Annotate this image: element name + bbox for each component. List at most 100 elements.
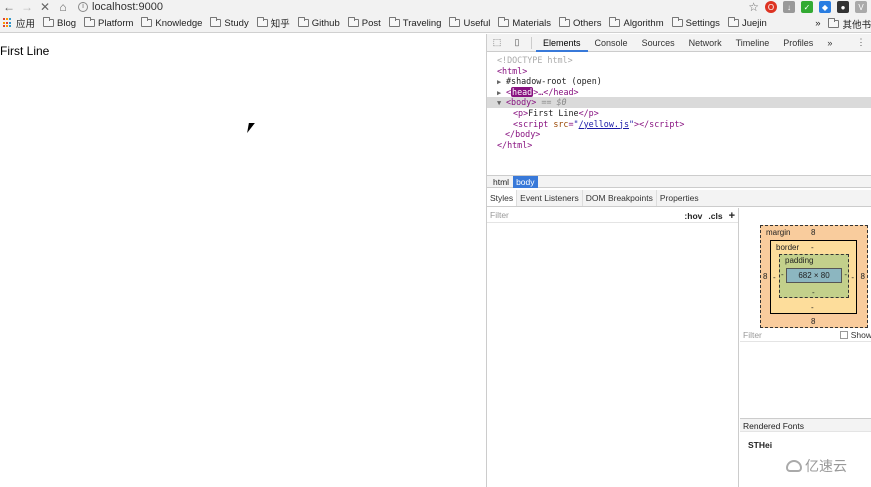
bookmark-folder[interactable]: Blog bbox=[43, 17, 76, 29]
devtools-panel: ⬚ ▯ Elements Console Sources Network Tim… bbox=[486, 34, 871, 487]
back-arrow-icon[interactable]: ← bbox=[0, 0, 18, 14]
dom-node-body[interactable]: ▼ <body> == $0 bbox=[487, 97, 871, 108]
padding-left-value[interactable]: - bbox=[781, 270, 784, 279]
html-open-tag: <html> bbox=[497, 65, 528, 76]
dom-node-doctype[interactable]: <!DOCTYPE html> bbox=[487, 55, 871, 66]
tab-console[interactable]: Console bbox=[588, 34, 635, 52]
bookmark-folder[interactable]: Github bbox=[297, 17, 340, 29]
folder-icon bbox=[498, 17, 510, 27]
dom-node-html-close[interactable]: </html> bbox=[487, 140, 871, 151]
border-right-value[interactable]: - bbox=[851, 273, 854, 282]
folder-icon bbox=[671, 17, 683, 27]
show-all-checkbox[interactable]: Show bbox=[839, 328, 871, 342]
dom-node-shadow-root[interactable]: ▶ #shadow-root (open) bbox=[487, 76, 871, 87]
tab-timeline[interactable]: Timeline bbox=[729, 34, 777, 52]
box-model-content[interactable]: 682 × 80 bbox=[786, 268, 842, 283]
script-src-link[interactable]: /yellow.js bbox=[579, 119, 629, 129]
bookmark-folder[interactable]: Algorithm bbox=[609, 17, 664, 29]
tab-styles[interactable]: Styles bbox=[487, 190, 518, 206]
class-toggle-button[interactable]: .cls bbox=[708, 211, 722, 221]
inspect-element-icon[interactable]: ⬚ bbox=[487, 34, 507, 52]
margin-right-value[interactable]: 8 bbox=[861, 272, 865, 281]
add-rule-button[interactable]: + bbox=[729, 210, 735, 222]
extensions-area: ☆ O ↓ ✓ ◆ ● V bbox=[748, 0, 871, 14]
more-bookmarks-button[interactable]: » bbox=[815, 18, 820, 29]
styles-filter[interactable]: Filter :hov .cls + bbox=[487, 208, 738, 223]
dom-node-p[interactable]: <p>First Line</p> bbox=[487, 108, 871, 119]
opera-icon[interactable]: O bbox=[765, 1, 777, 13]
folder-icon bbox=[828, 17, 840, 28]
computed-filter-input[interactable]: Filter bbox=[743, 330, 762, 340]
download-icon[interactable]: ↓ bbox=[783, 1, 795, 13]
collapse-triangle-icon[interactable]: ▼ bbox=[497, 98, 506, 109]
tab-profiles[interactable]: Profiles bbox=[776, 34, 820, 52]
bookmark-folder[interactable]: Others bbox=[558, 17, 602, 29]
dom-node-body-close[interactable]: </body> bbox=[487, 129, 871, 140]
stop-loading-icon[interactable]: ✕ bbox=[36, 0, 54, 14]
border-top-value[interactable]: - bbox=[811, 243, 814, 252]
tab-network[interactable]: Network bbox=[682, 34, 729, 52]
apps-bookmark[interactable]: 应用 bbox=[3, 16, 35, 30]
forward-arrow-icon[interactable]: → bbox=[18, 0, 36, 14]
home-icon[interactable]: ⌂ bbox=[54, 0, 72, 14]
bookmark-folder[interactable]: Settings bbox=[671, 17, 720, 29]
tab-elements[interactable]: Elements bbox=[536, 34, 588, 52]
margin-bottom-value[interactable]: 8 bbox=[811, 317, 815, 326]
bookmark-folder[interactable]: Knowledge bbox=[141, 17, 202, 29]
margin-top-value[interactable]: 8 bbox=[811, 228, 815, 237]
folder-icon bbox=[43, 17, 55, 27]
page-viewport: First Line bbox=[0, 34, 486, 487]
apps-grid-icon bbox=[3, 18, 13, 28]
styles-filter-input[interactable]: Filter bbox=[490, 210, 509, 220]
bookmark-folder[interactable]: Traveling bbox=[388, 17, 441, 29]
browser-toolbar: ← → ✕ ⌂ i localhost:9000 ☆ O ↓ ✓ ◆ ● V bbox=[0, 0, 871, 14]
border-bottom-value[interactable]: - bbox=[811, 303, 814, 312]
body-close-tag: </body> bbox=[505, 129, 541, 140]
dom-node-html[interactable]: <html> bbox=[487, 66, 871, 77]
tab-sources[interactable]: Sources bbox=[635, 34, 682, 52]
bookmark-label: Settings bbox=[685, 17, 720, 29]
bookmark-folder[interactable]: Materials bbox=[498, 17, 551, 29]
more-tabs-button[interactable]: » bbox=[820, 34, 839, 52]
margin-left-value[interactable]: 8 bbox=[763, 272, 767, 281]
hover-state-button[interactable]: :hov bbox=[684, 211, 702, 221]
tab-event-listeners[interactable]: Event Listeners bbox=[517, 190, 583, 206]
padding-bottom-value[interactable]: - bbox=[812, 288, 815, 297]
address-bar[interactable]: i localhost:9000 bbox=[78, 0, 163, 14]
tab-properties[interactable]: Properties bbox=[657, 190, 702, 206]
bookmark-folder[interactable]: Juejin bbox=[727, 17, 767, 29]
bookmark-label: Platform bbox=[98, 17, 134, 29]
ghost-icon[interactable]: ● bbox=[837, 1, 849, 13]
computed-filter[interactable]: Filter Show bbox=[740, 328, 871, 342]
kebab-menu-icon[interactable]: ⋮ bbox=[851, 34, 871, 52]
bookmark-label: Others bbox=[572, 17, 602, 29]
other-bookmarks-label[interactable]: 其他书 bbox=[842, 17, 871, 31]
bookmark-folder[interactable]: Study bbox=[210, 17, 249, 29]
breadcrumb-body[interactable]: body bbox=[513, 175, 538, 188]
tab-dom-breakpoints[interactable]: DOM Breakpoints bbox=[583, 190, 657, 206]
dropbox-icon[interactable]: ◆ bbox=[819, 1, 831, 13]
doctype-text: <!DOCTYPE html> bbox=[497, 55, 573, 65]
dom-node-script[interactable]: <script src="/yellow.js"></script> bbox=[487, 119, 871, 130]
page-paragraph: First Line bbox=[0, 44, 50, 58]
border-left-value[interactable]: - bbox=[773, 273, 776, 282]
folder-icon bbox=[297, 17, 309, 27]
bookmark-folder[interactable]: Post bbox=[347, 17, 381, 29]
bookmark-star-icon[interactable]: ☆ bbox=[748, 0, 759, 14]
box-model-margin: margin 8 8 8 8 border - - - - padding - … bbox=[760, 225, 868, 328]
padding-right-value[interactable]: - bbox=[844, 270, 847, 279]
box-model-padding: padding - - - 682 × 80 bbox=[779, 254, 849, 298]
bookmark-folder[interactable]: Useful bbox=[449, 17, 490, 29]
vivaldi-icon[interactable]: V bbox=[855, 1, 867, 13]
bookmark-folder[interactable]: 知乎 bbox=[256, 16, 290, 30]
dom-node-head[interactable]: ▶ <head>…</head> bbox=[487, 86, 871, 98]
breadcrumb-html[interactable]: html bbox=[490, 176, 512, 188]
bookmark-folder[interactable]: Platform bbox=[84, 17, 134, 29]
folder-icon bbox=[449, 17, 461, 27]
device-toggle-icon[interactable]: ▯ bbox=[507, 34, 527, 52]
checkbox-icon[interactable] bbox=[839, 331, 848, 339]
shield-icon[interactable]: ✓ bbox=[801, 1, 813, 13]
yisu-cloud-logo-icon bbox=[786, 460, 802, 472]
bookmark-label: Study bbox=[224, 17, 249, 29]
site-info-icon[interactable]: i bbox=[78, 2, 88, 12]
